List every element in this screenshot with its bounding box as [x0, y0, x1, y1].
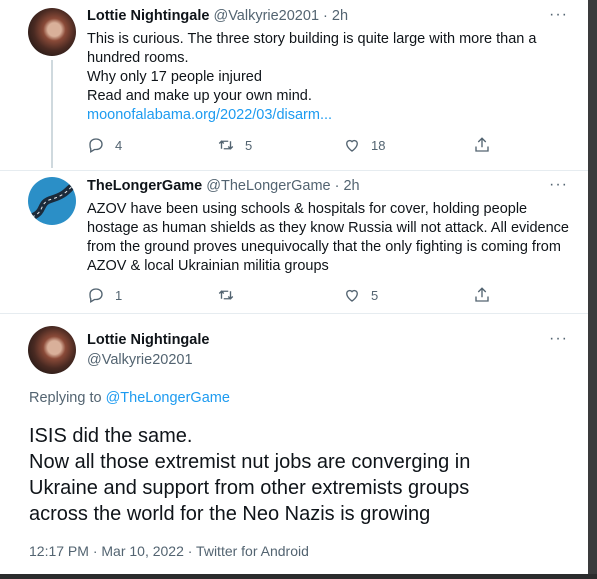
- more-icon[interactable]: ···: [549, 330, 568, 348]
- tweet-1[interactable]: Lottie Nightingale @Valkyrie20201 · 2h ·…: [0, 0, 588, 170]
- more-icon[interactable]: ···: [549, 6, 568, 24]
- avatar[interactable]: [28, 326, 76, 374]
- display-name[interactable]: Lottie Nightingale: [87, 332, 209, 348]
- road-icon: [30, 182, 76, 221]
- tweet-text-line: Ukraine and support from other extremist…: [29, 477, 470, 499]
- retweet-count: 5: [245, 137, 253, 153]
- action-bar: 1 5: [87, 286, 507, 306]
- like-count: 5: [371, 287, 379, 303]
- tweet-text-line: hundred rooms.: [87, 50, 189, 66]
- tweet-2[interactable]: TheLongerGame @TheLongerGame · 2h ··· AZ…: [0, 171, 588, 313]
- thread-connector: [51, 60, 53, 168]
- like-icon: [346, 289, 358, 302]
- tweet-text-line: AZOV have been using schools & hospitals…: [87, 201, 528, 217]
- tweet-text-line: across the world for the Neo Nazis is gr…: [29, 503, 431, 525]
- retweet-button[interactable]: [217, 286, 245, 304]
- replying-to-handle[interactable]: @TheLongerGame: [106, 390, 230, 406]
- tweet-link[interactable]: moonofalabama.org/2022/03/disarm...: [87, 106, 536, 125]
- share-button[interactable]: [473, 286, 491, 304]
- tweet-text-line: Read and make up your own mind.: [87, 88, 312, 104]
- tweet-text: AZOV have been using schools & hospitals…: [87, 200, 569, 276]
- reply-button[interactable]: 4: [87, 136, 122, 154]
- share-button[interactable]: [473, 136, 491, 154]
- tweet-header: Lottie Nightingale @Valkyrie20201 · 2h: [87, 8, 348, 24]
- tweet-text-line: This is curious. The three story buildin…: [87, 31, 537, 47]
- tweet-text-line: Now all those extremist nut jobs are con…: [29, 451, 471, 473]
- main-tweet-text: ISIS did the same. Now all those extremi…: [29, 423, 470, 527]
- tweet-timestamp[interactable]: 12:17 PM · Mar 10, 2022 · Twitter for An…: [29, 543, 309, 559]
- avatar[interactable]: [28, 8, 76, 56]
- window-edge: [0, 574, 597, 579]
- replying-to-label: Replying to: [29, 390, 102, 406]
- tweet-text-line: Why only 17 people injured: [87, 69, 262, 85]
- share-icon: [475, 287, 489, 302]
- tweet-header: TheLongerGame @TheLongerGame · 2h: [87, 178, 360, 194]
- like-button[interactable]: 5: [343, 286, 378, 304]
- action-bar: 4 5 18: [87, 136, 507, 156]
- avatar[interactable]: [28, 177, 76, 225]
- tweet-text: This is curious. The three story buildin…: [87, 30, 536, 125]
- tweet-text-line: hostage as human shields as they know Ru…: [87, 220, 569, 236]
- reply-icon: [89, 288, 103, 303]
- display-name[interactable]: TheLongerGame: [87, 178, 202, 194]
- retweet-icon: [218, 140, 234, 150]
- like-button[interactable]: 18: [343, 136, 385, 154]
- share-icon: [475, 137, 489, 152]
- tweet-time[interactable]: · 2h: [323, 8, 348, 24]
- tweet-text-line: AZOV & local Ukrainian militia groups: [87, 258, 329, 274]
- window-edge: [588, 0, 597, 579]
- replying-to: Replying to @TheLongerGame: [29, 390, 230, 406]
- tweet-time[interactable]: · 2h: [335, 178, 360, 194]
- more-icon[interactable]: ···: [549, 176, 568, 194]
- reply-count: 1: [115, 287, 123, 303]
- reply-icon: [89, 138, 103, 153]
- display-name[interactable]: Lottie Nightingale: [87, 8, 209, 24]
- retweet-icon: [218, 290, 234, 300]
- user-handle[interactable]: @Valkyrie20201: [87, 352, 193, 368]
- user-handle[interactable]: @Valkyrie20201: [213, 8, 319, 24]
- main-handle: @Valkyrie20201: [87, 352, 193, 368]
- like-icon: [346, 139, 358, 152]
- retweet-button[interactable]: 5: [217, 136, 252, 154]
- user-handle[interactable]: @TheLongerGame: [206, 178, 330, 194]
- tweet-text-line: from the ground proves unequivocally tha…: [87, 239, 561, 255]
- like-count: 18: [371, 137, 386, 153]
- reply-button[interactable]: 1: [87, 286, 122, 304]
- main-tweet: Lottie Nightingale @Valkyrie20201 ··· Re…: [0, 314, 588, 574]
- reply-count: 4: [115, 137, 123, 153]
- main-name: Lottie Nightingale: [87, 332, 209, 348]
- tweet-text-line: ISIS did the same.: [29, 425, 193, 447]
